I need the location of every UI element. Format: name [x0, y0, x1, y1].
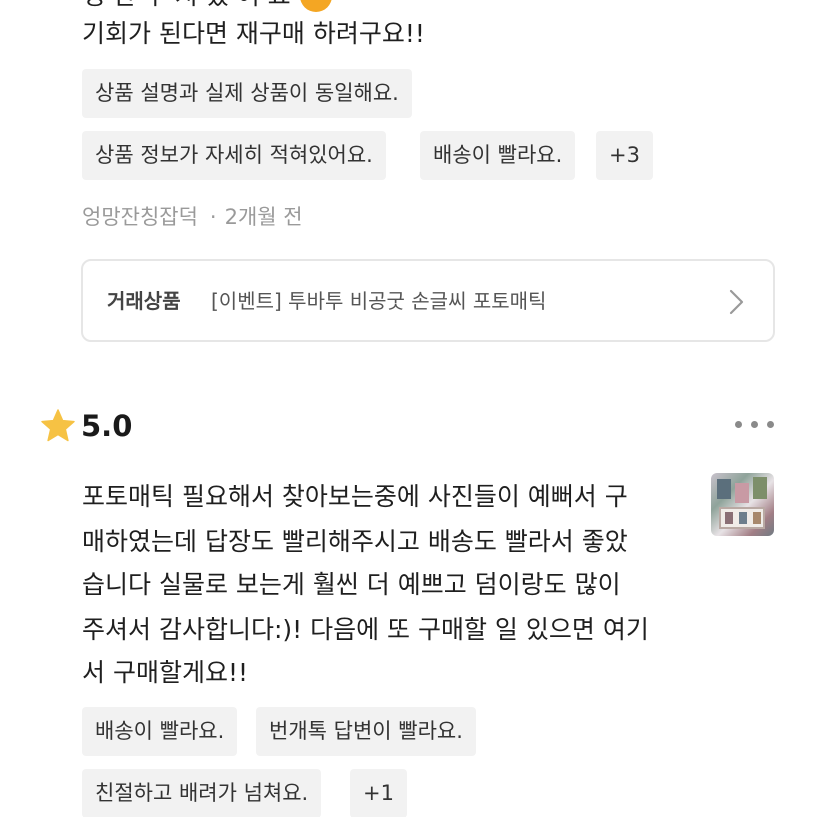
review-tag: 번개톡 답변이 빨라요.	[256, 707, 476, 756]
review-author[interactable]: 엉망잔칭잡덕	[82, 205, 198, 229]
separator-dot: ·	[209, 205, 217, 229]
review-text-line: 기회가 된다면 재구매 하려구요!!	[82, 19, 425, 48]
rating-score: 5.0	[81, 409, 133, 443]
review-photo-thumbnail[interactable]	[711, 473, 774, 536]
review-tag: 배송이 빨라요.	[82, 707, 238, 756]
review-text-line: 습니다 실물로 보는게 훨씬 더 예쁘고 덤이랑도 많이	[82, 570, 621, 599]
product-name: [이벤트] 투바투 비공굿 손글씨 포토매틱	[211, 289, 547, 313]
emoji-icon	[300, 0, 332, 12]
more-options-icon[interactable]	[733, 416, 775, 432]
product-label: 거래상품	[107, 289, 181, 313]
more-tags-button[interactable]: +1	[350, 769, 407, 817]
review-tag: 상품 설명과 실제 상품이 동일해요.	[82, 69, 412, 118]
review-text-line: 매하였는데 답장도 빨리해주시고 배송도 빨라서 좋았	[82, 527, 628, 556]
review-tag: 배송이 빨라요.	[420, 131, 576, 180]
review-time: 2개월 전	[224, 205, 303, 229]
chevron-right-icon	[729, 289, 744, 315]
review-text-line: 포토매틱 필요해서 찾아보는중에 사진들이 예뻐서 구	[82, 482, 628, 511]
star-icon	[41, 409, 75, 442]
review-text-partial: 생 한 우 지 었 어 요	[82, 0, 291, 14]
review-tag: 친절하고 배려가 넘쳐요.	[82, 769, 322, 817]
review-tag: 상품 정보가 자세히 적혀있어요.	[82, 131, 386, 180]
review-text-line: 서 구매할게요!!	[82, 658, 248, 687]
review-list: 생 한 우 지 었 어 요 기회가 된다면 재구매 하려구요!! 상품 설명과 …	[0, 0, 817, 817]
more-tags-button[interactable]: +3	[596, 131, 653, 180]
review-meta: 엉망잔칭잡덕 · 2개월 전	[82, 200, 303, 234]
review-text-line: 주셔서 감사합니다:)! 다음에 또 구매할 일 있으면 여기	[82, 615, 649, 644]
traded-product-card[interactable]: 거래상품 [이벤트] 투바투 비공굿 손글씨 포토매틱	[81, 259, 775, 342]
